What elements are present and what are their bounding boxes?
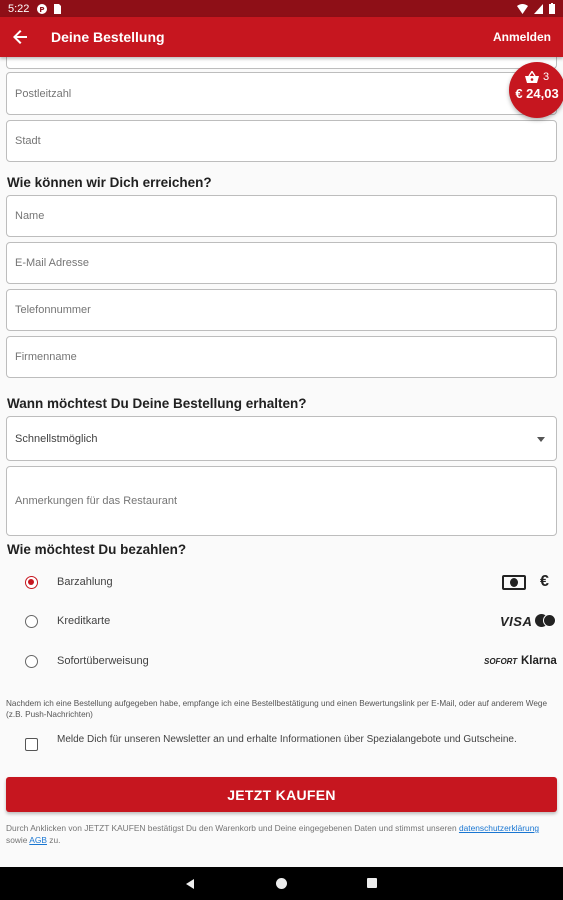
company-field[interactable]: Firmenname <box>6 336 557 378</box>
cart-badge[interactable]: 3 € 24,03 <box>509 62 563 118</box>
nav-back-icon[interactable] <box>186 879 194 889</box>
restaurant-notes-placeholder: Anmerkungen für das Restaurant <box>15 495 178 507</box>
page-title: Deine Bestellung <box>51 29 165 45</box>
system-nav-bar <box>0 867 563 900</box>
signal-icon <box>534 3 543 14</box>
contact-heading: Wie können wir Dich erreichen? <box>7 175 212 190</box>
buy-now-button[interactable]: JETZT KAUFEN <box>6 777 557 812</box>
battery-icon <box>549 3 555 14</box>
payment-radio-cash[interactable] <box>25 575 38 589</box>
basket-icon <box>524 71 539 83</box>
nav-home-icon[interactable] <box>276 878 287 889</box>
legal-suffix: zu. <box>46 834 61 845</box>
payment-heading: Wie möchtest Du bezahlen? <box>7 542 187 557</box>
cart-total: € 24,03 <box>515 86 559 101</box>
arrow-back-icon <box>13 30 27 44</box>
sofort-icon: SOFORT <box>484 656 518 666</box>
name-field[interactable]: Name <box>6 195 557 237</box>
wifi-icon <box>517 3 528 14</box>
cart-count: 3 <box>542 71 550 83</box>
newsletter-checkbox[interactable] <box>25 738 38 751</box>
payment-radio-sofort[interactable] <box>25 654 38 668</box>
payment-label-cash: Barzahlung <box>57 576 113 588</box>
privacy-policy-link[interactable]: datenschutzerklärung <box>459 823 539 833</box>
euro-icon: € <box>540 573 549 590</box>
legal-middle: sowie <box>6 834 30 845</box>
payment-option-sofort[interactable]: Sofortüberweisung SOFORT Klarna <box>0 646 563 676</box>
phone-field[interactable]: Telefonnummer <box>6 289 557 331</box>
postal-code-placeholder: Postleitzahl <box>15 87 72 100</box>
terms-link[interactable]: AGB <box>29 835 47 845</box>
email-field[interactable]: E-Mail Adresse <box>6 242 557 284</box>
mastercard-icon <box>535 614 557 628</box>
payment-option-cash[interactable]: Barzahlung € <box>0 567 563 597</box>
svg-text:P: P <box>40 6 45 14</box>
city-placeholder: Stadt <box>15 135 41 147</box>
newsletter-label: Melde Dich für unseren Newsletter an und… <box>57 734 517 745</box>
city-field[interactable]: Stadt <box>6 120 557 162</box>
legal-prefix: Durch Anklicken von JETZT KAUFEN bestäti… <box>6 823 459 833</box>
phone-placeholder: Telefonnummer <box>15 304 91 316</box>
postal-code-field[interactable]: Postleitzahl <box>6 72 557 115</box>
klarna-icon: Klarna <box>521 655 557 667</box>
cash-icon <box>502 574 526 590</box>
name-placeholder: Name <box>15 210 45 222</box>
restaurant-notes-field[interactable]: Anmerkungen für das Restaurant <box>6 466 557 536</box>
nav-recents-icon[interactable] <box>367 878 377 888</box>
app-bar: Deine Bestellung Anmelden <box>0 17 563 57</box>
payment-label-sofort: Sofortüberweisung <box>57 655 149 667</box>
delivery-time-select[interactable]: Schnellstmöglich <box>6 416 557 461</box>
payment-radio-credit-card[interactable] <box>25 614 38 628</box>
status-time: 5:22 <box>8 2 30 15</box>
visa-icon: VISA <box>500 613 533 629</box>
payment-option-credit-card[interactable]: Kreditkarte VISA <box>0 606 563 636</box>
file-notification-icon <box>54 3 62 14</box>
order-confirmation-notice: Nachdem ich eine Bestellung aufgegeben h… <box>6 699 548 719</box>
status-bar: 5:22 P <box>0 0 563 17</box>
company-placeholder: Firmenname <box>15 351 77 363</box>
legal-notice: Durch Anklicken von JETZT KAUFEN bestäti… <box>6 823 556 846</box>
delivery-heading: Wann möchtest Du Deine Bestellung erhalt… <box>7 396 307 411</box>
payment-label-credit-card: Kreditkarte <box>57 615 111 627</box>
email-placeholder: E-Mail Adresse <box>15 257 89 269</box>
dropdown-arrow-icon <box>537 436 545 442</box>
delivery-time-value: Schnellstmöglich <box>15 432 98 445</box>
app-notification-icon: P <box>37 3 48 14</box>
back-button[interactable] <box>0 17 40 57</box>
login-button[interactable]: Anmelden <box>493 30 551 44</box>
